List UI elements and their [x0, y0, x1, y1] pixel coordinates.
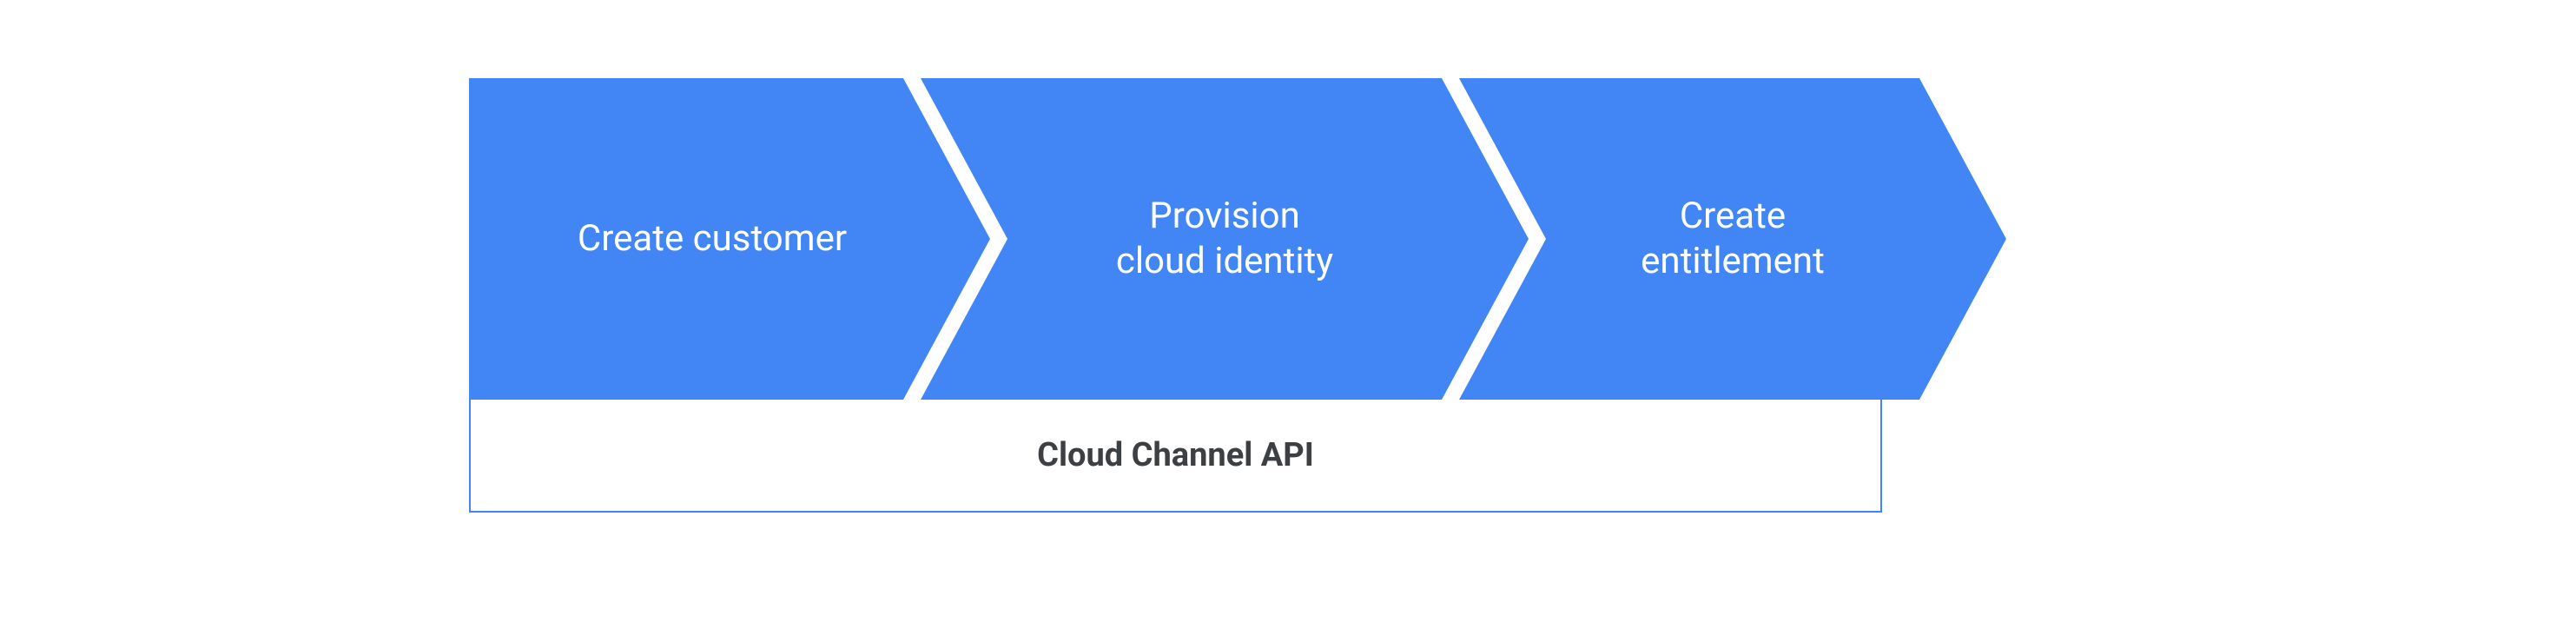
step-create-entitlement: Create entitlement — [1459, 78, 2006, 400]
footer-bar: Cloud Channel API — [469, 400, 1882, 513]
step-label: Provision cloud identity — [1099, 194, 1351, 285]
step-create-customer: Create customer — [469, 78, 990, 400]
process-flow: Create customer Provision cloud identity… — [469, 78, 2006, 400]
step-label: Create entitlement — [1623, 194, 1842, 285]
step-provision-cloud-identity: Provision cloud identity — [921, 78, 1529, 400]
diagram-stage: Create customer Provision cloud identity… — [0, 0, 2576, 629]
step-label: Create customer — [560, 216, 899, 262]
footer-label: Cloud Channel API — [1037, 436, 1314, 474]
